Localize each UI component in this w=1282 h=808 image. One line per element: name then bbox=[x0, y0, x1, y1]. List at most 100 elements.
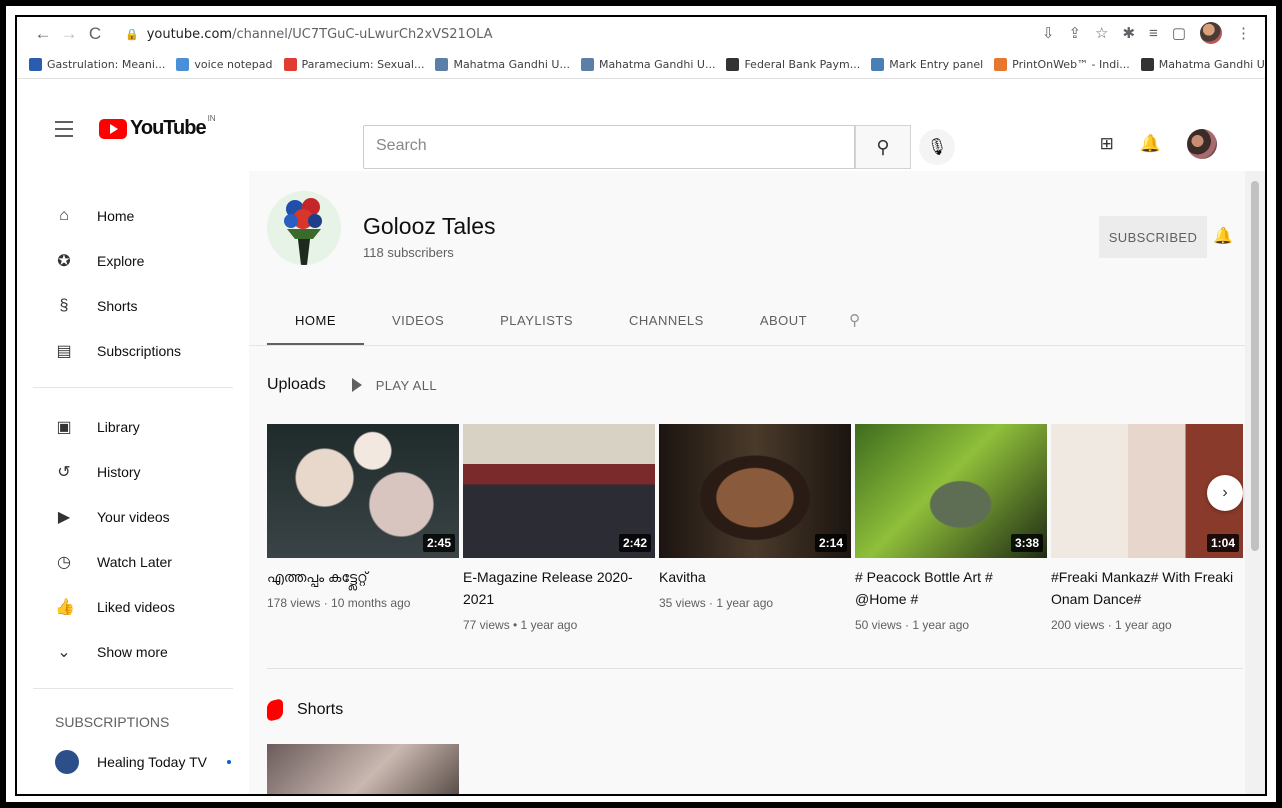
search-input[interactable]: Search bbox=[363, 125, 855, 169]
subscription-item[interactable]: Arjyou bbox=[17, 784, 249, 794]
tab-videos[interactable]: VIDEOS bbox=[364, 299, 472, 345]
browser-window: ← → C 🔒 youtube.com/channel/UC7TGuC-uLwu… bbox=[15, 15, 1267, 796]
video-duration: 2:42 bbox=[618, 534, 651, 552]
play-all-button[interactable]: PLAY ALL bbox=[351, 378, 437, 393]
chevron-right-icon: › bbox=[1222, 484, 1228, 501]
notifications-icon[interactable]: 🔔 bbox=[1140, 134, 1161, 154]
sidebar-item-label: History bbox=[97, 463, 141, 480]
video-card[interactable]: 2:42 E-Magazine Release 2020-2021 77 views… bbox=[463, 424, 655, 632]
shelf-next-button[interactable]: › bbox=[1207, 475, 1243, 511]
video-thumbnail[interactable]: 2:45 bbox=[267, 424, 459, 558]
video-card[interactable]: 3:38 # Peacock Bottle Art # @Home # 50 vie… bbox=[855, 424, 1047, 632]
menu-hamburger-icon[interactable] bbox=[55, 121, 73, 142]
video-meta: 77 views • 1 year ago bbox=[463, 618, 578, 632]
bookmark-favicon-icon bbox=[283, 58, 297, 71]
sidebar-item-subscriptions[interactable]: ▤ Subscriptions bbox=[17, 328, 249, 373]
video-title[interactable]: E-Magazine Release 2020-2021 bbox=[463, 566, 655, 610]
tab-about[interactable]: ABOUT bbox=[732, 299, 835, 345]
youtube-logo[interactable]: YouTube IN bbox=[99, 114, 216, 140]
side-panel-icon[interactable]: ▢ bbox=[1172, 24, 1186, 42]
bookmark-favicon-icon bbox=[994, 58, 1008, 71]
short-thumbnail[interactable] bbox=[267, 744, 459, 794]
subscriptions-list: Healing Today TV Arjyou bbox=[17, 739, 249, 794]
bookmark-label: Mahatma Gandhi U... bbox=[598, 58, 716, 71]
install-icon[interactable]: ⇩ bbox=[1042, 24, 1055, 42]
back-icon[interactable]: ← bbox=[33, 24, 53, 44]
video-card[interactable]: 2:14 Kavitha 35 views · 1 year ago bbox=[659, 424, 851, 632]
shorts-header: Shorts bbox=[267, 697, 343, 723]
bookmark-favicon-icon bbox=[871, 58, 885, 71]
share-icon[interactable]: ⇪ bbox=[1068, 24, 1081, 42]
reload-icon[interactable]: C bbox=[85, 24, 105, 44]
video-duration: 1:04 bbox=[1206, 534, 1239, 552]
channel-search-icon[interactable]: ⚲ bbox=[835, 299, 874, 345]
scrollbar-thumb[interactable] bbox=[1251, 181, 1259, 551]
video-thumbnail[interactable]: 3:38 bbox=[855, 424, 1047, 558]
url-path: /channel/UC7TGuC-uLwurCh2xVS21OLA bbox=[232, 26, 493, 42]
sidebar-item-explore[interactable]: ✪ Explore bbox=[17, 238, 249, 283]
sidebar-item-history[interactable]: ↺ History bbox=[17, 449, 249, 494]
channel-header: Golooz Tales 118 subscribers SUBSCRIBED … bbox=[249, 171, 1245, 345]
shorts-icon: § bbox=[59, 296, 69, 314]
extensions-icon[interactable]: ✱ bbox=[1122, 24, 1135, 42]
bookmark-favicon-icon bbox=[176, 58, 190, 71]
channel-name: Golooz Tales bbox=[363, 213, 496, 239]
search-button[interactable]: ⚲ bbox=[855, 125, 911, 169]
forward-icon[interactable]: → bbox=[59, 24, 79, 44]
bookmark-item[interactable]: Gastrulation: Meani... bbox=[29, 58, 165, 71]
bookmark-item[interactable]: Mark Entry panel bbox=[871, 58, 983, 71]
bookmark-item[interactable]: Mahatma Gandhi U... bbox=[580, 58, 716, 71]
star-icon[interactable]: ☆ bbox=[1095, 24, 1108, 42]
reading-list-icon[interactable]: ≡ bbox=[1149, 25, 1158, 42]
video-card[interactable]: 1:04 #Freaki Mankaz# With Freaki Onam Dan… bbox=[1051, 424, 1243, 632]
subscribed-button[interactable]: SUBSCRIBED bbox=[1099, 216, 1207, 258]
uploads-shelf: 2:45 എത്തപ്പം കട്ട്ലേറ്റ് 178 views · 10 m… bbox=[267, 424, 1243, 632]
tab-home[interactable]: HOME bbox=[267, 299, 364, 345]
video-thumbnail[interactable]: 2:14 bbox=[659, 424, 851, 558]
account-avatar[interactable] bbox=[1187, 129, 1217, 159]
clock-icon: ◷ bbox=[57, 553, 71, 571]
chevron-down-icon: ⌄ bbox=[57, 643, 71, 661]
youtube-header: YouTube IN Search ⚲ 🎙 ⊞ 🔔 bbox=[17, 79, 1265, 171]
sidebar-item-watch-later[interactable]: ◷ Watch Later bbox=[17, 539, 249, 584]
bookmark-item[interactable]: Federal Bank Paym... bbox=[726, 58, 860, 71]
video-thumbnail[interactable]: 2:42 bbox=[463, 424, 655, 558]
voice-search-button[interactable]: 🎙 bbox=[919, 129, 955, 165]
tab-playlists[interactable]: PLAYLISTS bbox=[472, 299, 601, 345]
video-duration: 2:14 bbox=[814, 534, 847, 552]
create-icon[interactable]: ⊞ bbox=[1100, 134, 1114, 154]
sidebar-item-your-videos[interactable]: ▶ Your videos bbox=[17, 494, 249, 539]
bookmark-item[interactable]: Mahatma Gandhi U... bbox=[435, 58, 570, 71]
video-title[interactable]: # Peacock Bottle Art # @Home # bbox=[855, 566, 1047, 610]
notification-bell-icon[interactable]: 🔔 bbox=[1213, 226, 1233, 246]
bookmark-item[interactable]: voice notepad bbox=[176, 58, 273, 71]
video-title[interactable]: Kavitha bbox=[659, 566, 851, 588]
profile-avatar[interactable] bbox=[1200, 22, 1222, 44]
browser-actions: ⇩ ⇪ ☆ ✱ ≡ ▢ ⋮ bbox=[1042, 22, 1251, 44]
sidebar-item-shorts[interactable]: § Shorts bbox=[17, 283, 249, 328]
url-host: youtube.com bbox=[146, 26, 233, 42]
sidebar-item-liked-videos[interactable]: 👍 Liked videos bbox=[17, 584, 249, 629]
bookmark-item[interactable]: PrintOnWeb™ - Indi... bbox=[994, 58, 1130, 71]
video-meta: 178 views · 10 months ago bbox=[267, 596, 411, 610]
bookmark-item[interactable]: Mahatma Gandhi U... bbox=[1140, 58, 1265, 71]
channel-avatar[interactable] bbox=[267, 191, 341, 265]
shorts-logo-icon bbox=[267, 697, 283, 723]
bookmark-item[interactable]: Paramecium: Sexual... bbox=[283, 58, 425, 71]
subscription-item[interactable]: Healing Today TV bbox=[17, 739, 249, 784]
address-bar[interactable]: 🔒 youtube.com/channel/UC7TGuC-uLwurCh2xV… bbox=[125, 27, 493, 42]
tab-channels[interactable]: CHANNELS bbox=[601, 299, 732, 345]
sidebar-item-home[interactable]: ⌂ Home bbox=[17, 193, 249, 238]
sidebar-item-show-more[interactable]: ⌄ Show more bbox=[17, 629, 249, 674]
bookmark-label: PrintOnWeb™ - Indi... bbox=[1012, 58, 1130, 71]
new-content-dot bbox=[227, 759, 231, 764]
menu-icon[interactable]: ⋮ bbox=[1236, 24, 1251, 42]
video-card[interactable]: 2:45 എത്തപ്പം കട്ട്ലേറ്റ് 178 views · 10 m… bbox=[267, 424, 459, 632]
page-scrollbar[interactable] bbox=[1245, 171, 1265, 794]
bookmark-label: Mahatma Gandhi U... bbox=[1158, 58, 1265, 71]
sidebar-item-library[interactable]: ▣ Library bbox=[17, 404, 249, 449]
bookmark-label: Paramecium: Sexual... bbox=[301, 58, 425, 71]
video-title[interactable]: #Freaki Mankaz# With Freaki Onam Dance# bbox=[1051, 566, 1243, 610]
sidebar-item-label: Watch Later bbox=[97, 553, 172, 570]
video-title[interactable]: എത്തപ്പം കട്ട്ലേറ്റ് bbox=[267, 566, 459, 588]
